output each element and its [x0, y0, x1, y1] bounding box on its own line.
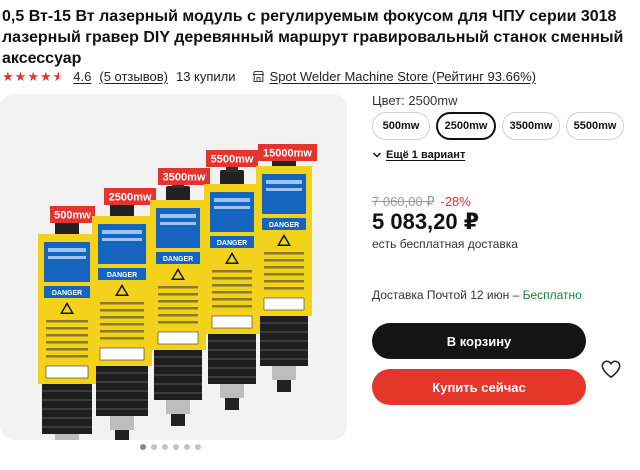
- product-image: DANGER 500mw DANGER 2500mw DANGER 3500mw DANGE…: [38, 144, 317, 440]
- power-tag-label: 2500mw: [109, 192, 152, 204]
- gallery-dot[interactable]: [195, 444, 201, 450]
- add-to-cart-button[interactable]: В корзину: [372, 323, 586, 359]
- more-variants-label[interactable]: Ещё 1 вариант: [386, 149, 465, 161]
- laser-module: DANGER: [204, 164, 260, 410]
- delivery-free: Бесплатно: [522, 288, 582, 302]
- color-label: Цвет: 2500mw: [372, 93, 458, 108]
- more-variants-toggle[interactable]: Ещё 1 вариант: [372, 149, 465, 161]
- gallery-dot[interactable]: [140, 444, 146, 450]
- store-name[interactable]: Spot Welder Machine Store (Рейтинг 93.66…: [270, 69, 536, 84]
- reviews-link[interactable]: (5 отзывов): [99, 69, 168, 84]
- gallery-dot[interactable]: [162, 444, 168, 450]
- delivery-text: Доставка Почтой 12 июн –: [372, 288, 523, 302]
- product-meta: ★ ★ ★ ★ ★ 4.6 (5 отзывов) 13 купили Spot…: [2, 67, 536, 85]
- power-tag-label: 3500mw: [163, 172, 206, 184]
- laser-module: DANGER: [256, 146, 312, 392]
- heart-icon: [601, 360, 621, 378]
- variant-option-3500mw[interactable]: 3500mw: [502, 112, 560, 140]
- power-tag-label: 500mw: [54, 210, 91, 222]
- wishlist-button[interactable]: [598, 356, 624, 382]
- star-half-icon: ★: [53, 70, 65, 83]
- gallery-pagination: [140, 444, 201, 450]
- store-icon: [252, 70, 264, 82]
- old-price-row: 7 060,00 ₽ -28%: [372, 194, 471, 210]
- discount-badge: -28%: [440, 194, 471, 209]
- rating-stars: ★ ★ ★ ★ ★: [2, 70, 64, 83]
- chevron-down-icon: [372, 152, 382, 158]
- star-icon: ★: [39, 68, 52, 84]
- star-icon: ★: [27, 68, 39, 84]
- laser-module: DANGER: [38, 214, 96, 440]
- danger-label: DANGER: [163, 256, 193, 263]
- gallery-dot[interactable]: [184, 444, 190, 450]
- power-tag-label: 15000mw: [263, 148, 312, 160]
- danger-label: DANGER: [269, 222, 299, 229]
- gallery-dot[interactable]: [173, 444, 179, 450]
- delivery-info: Доставка Почтой 12 июн – Бесплатно: [372, 288, 582, 302]
- variant-option-5500mw[interactable]: 5500mw: [566, 112, 624, 140]
- danger-label: DANGER: [217, 240, 247, 247]
- star-icon: ★: [14, 68, 27, 84]
- old-price: 7 060,00 ₽: [372, 194, 435, 209]
- variant-option-2500mw[interactable]: 2500mw: [436, 112, 496, 140]
- store-link[interactable]: Spot Welder Machine Store (Рейтинг 93.66…: [252, 69, 536, 84]
- product-title: 0,5 Вт-15 Вт лазерный модуль с регулируе…: [2, 8, 624, 67]
- laser-module: DANGER: [150, 180, 206, 426]
- variant-option-500mw[interactable]: 500mw: [372, 112, 430, 140]
- gallery-dot[interactable]: [151, 444, 157, 450]
- star-icon: ★: [2, 68, 14, 84]
- laser-module: DANGER: [92, 196, 152, 440]
- danger-label: DANGER: [107, 272, 137, 279]
- rating-value[interactable]: 4.6: [73, 69, 91, 84]
- current-price: 5 083,20 ₽: [372, 209, 480, 234]
- product-gallery[interactable]: DANGER 500mw DANGER 2500mw DANGER 3500mw DANGE…: [0, 94, 347, 440]
- buy-now-button[interactable]: Купить сейчас: [372, 369, 586, 405]
- free-shipping-note: есть бесплатная доставка: [372, 237, 518, 251]
- variant-selector: 500mw 2500mw 3500mw 5500mw: [372, 112, 624, 140]
- power-tag-label: 5500mw: [211, 154, 254, 166]
- bought-count: 13 купили: [175, 68, 236, 84]
- danger-label: DANGER: [52, 290, 82, 297]
